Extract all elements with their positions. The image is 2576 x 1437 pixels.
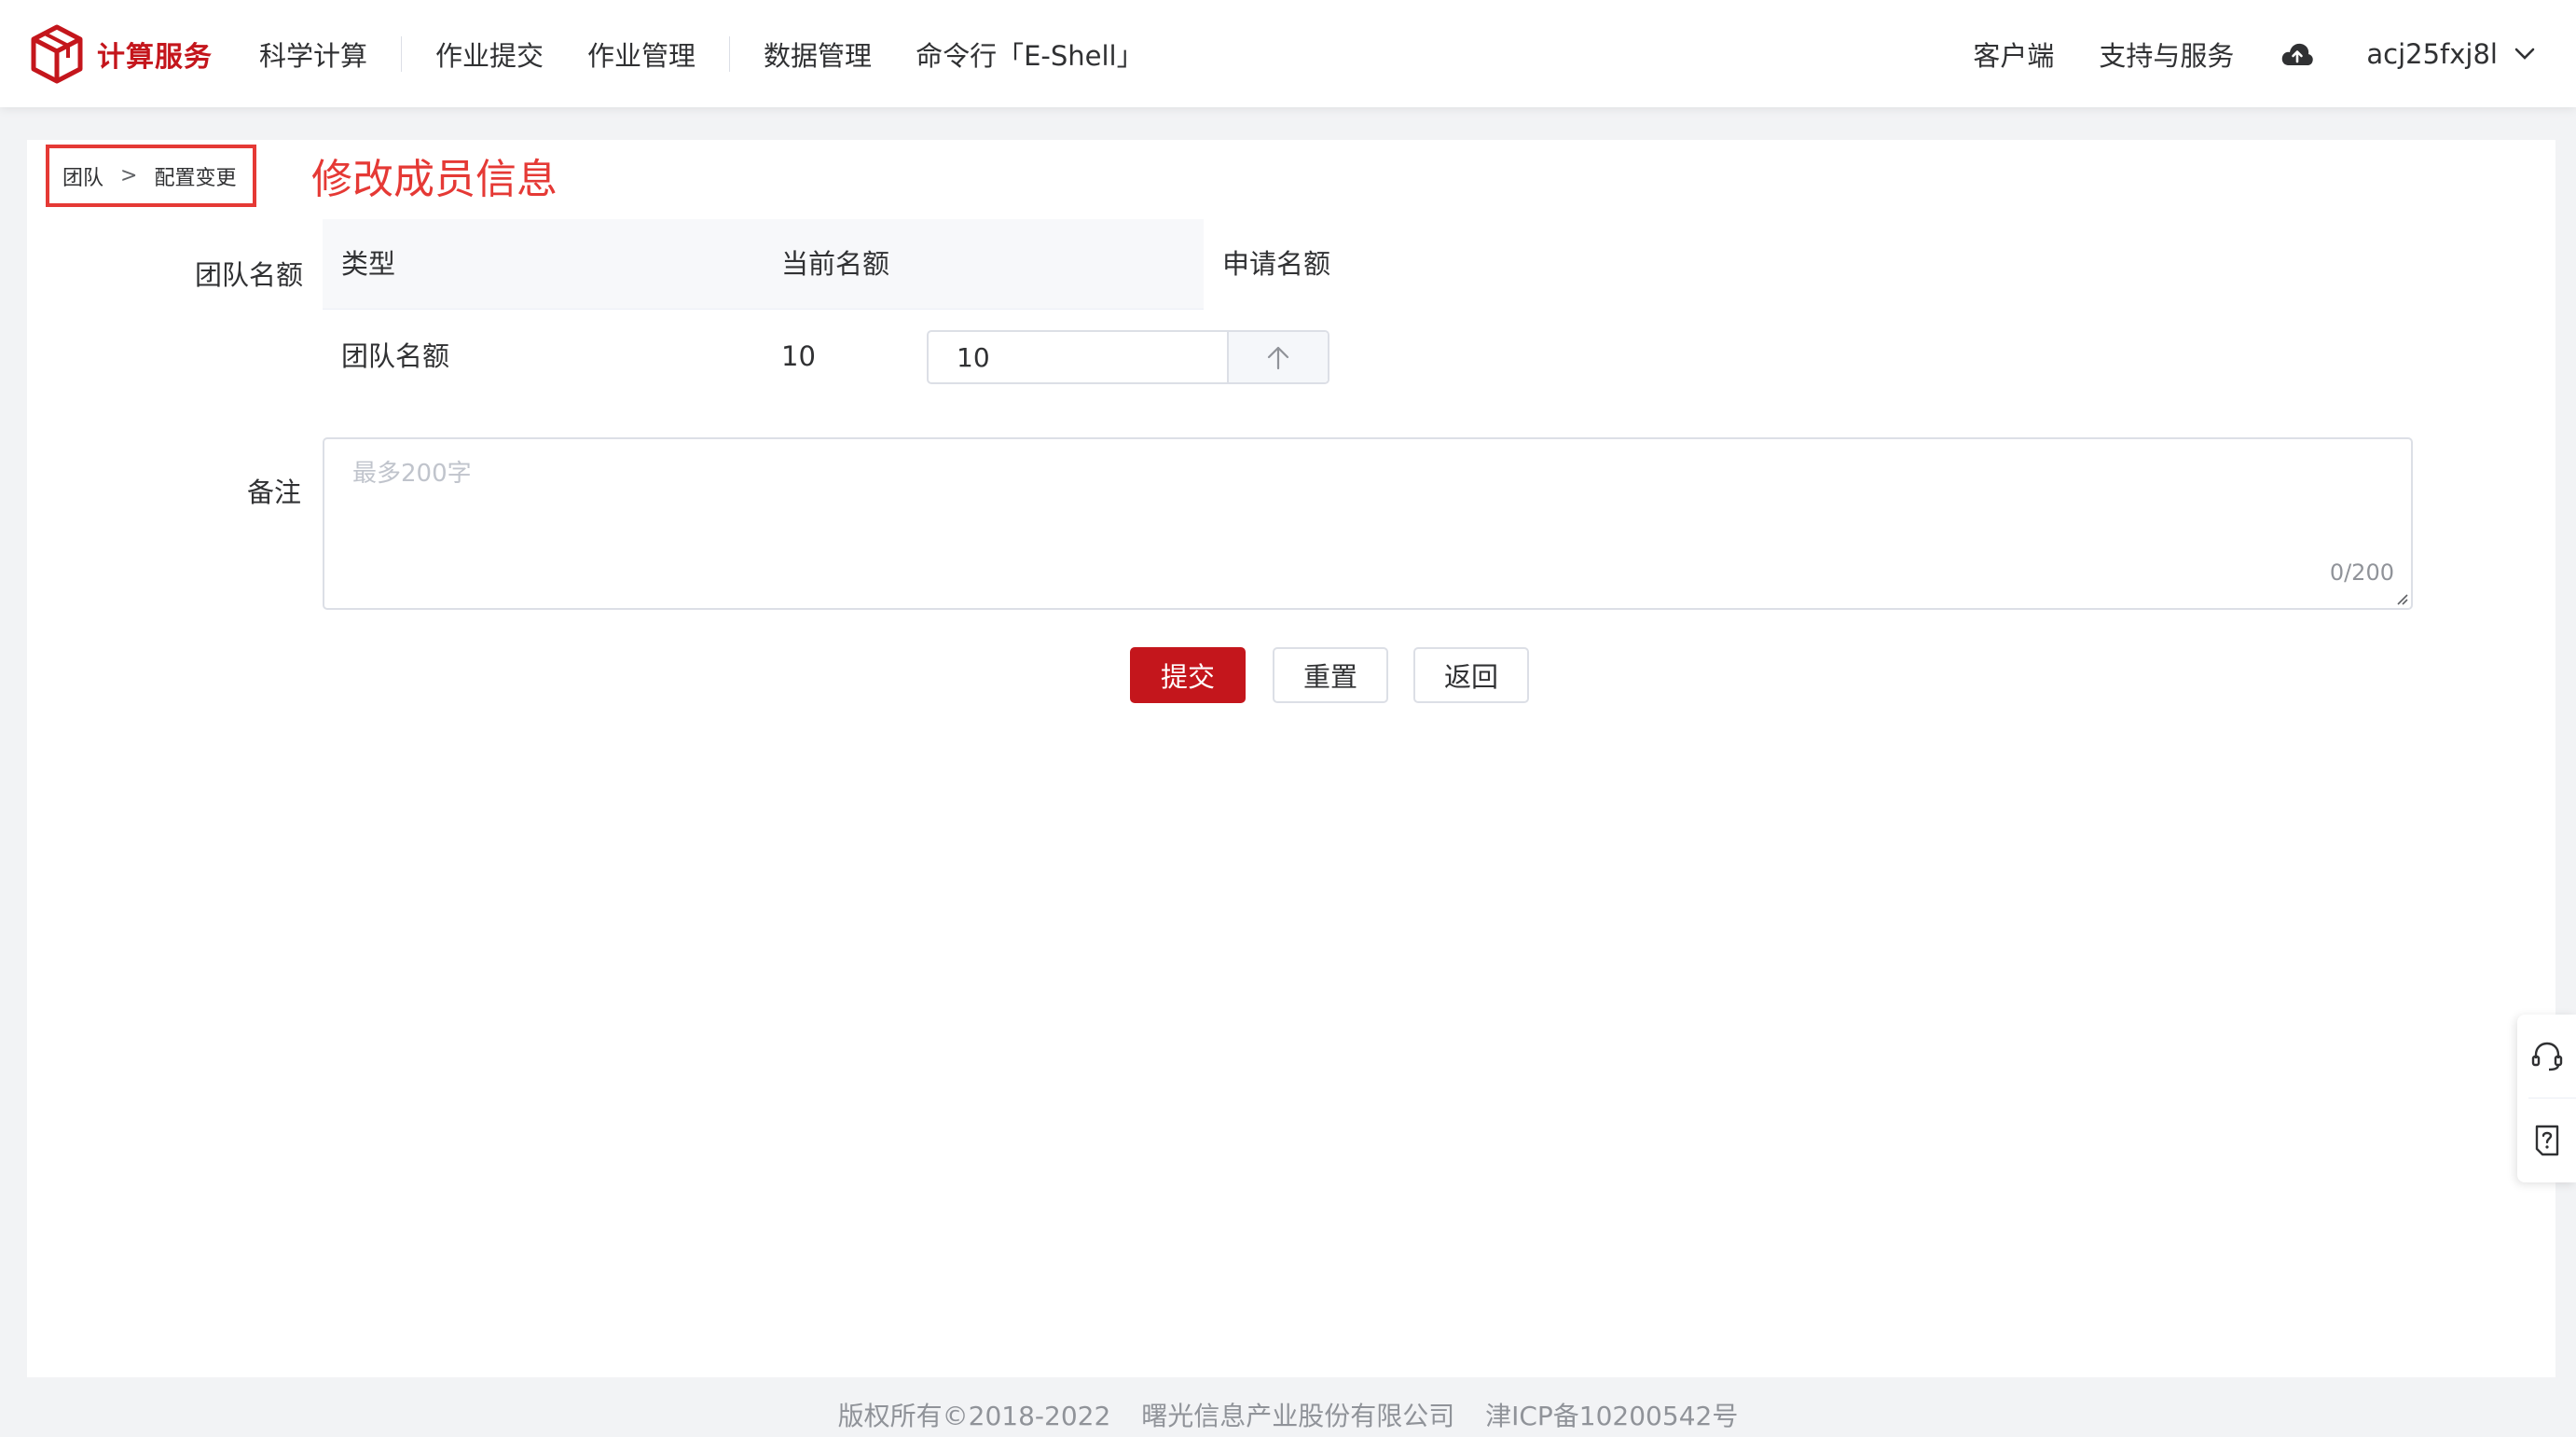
footer-company: 曙光信息产业股份有限公司 [1141,1401,1455,1431]
reset-button[interactable]: 重置 [1273,647,1388,703]
brand-name: 计算服务 [97,40,213,74]
column-header-current: 当前名额 [781,248,890,280]
nav-divider [729,35,731,72]
cloud-upload-icon[interactable] [2280,41,2314,67]
column-header-requested: 申请名额 [1222,248,1331,280]
user-menu[interactable]: acj25fxj8l [2366,38,2535,70]
nav-divider [401,35,403,72]
quota-label: 团队名额 [195,259,304,291]
nav-item-data-manage[interactable]: 数据管理 [764,35,872,74]
column-header-type: 类型 [341,248,396,280]
nav-item-job-manage[interactable]: 作业管理 [587,35,696,74]
client-link[interactable]: 客户端 [1973,35,2054,74]
arrow-up-icon [1267,346,1289,370]
resize-handle-icon[interactable] [2395,592,2408,605]
page-title: 修改成员信息 [311,156,558,203]
increase-button[interactable] [1227,332,1328,382]
nav-item-scientific-computing[interactable]: 科学计算 [259,35,367,74]
footer: 版权所有©2018-2022 曙光信息产业股份有限公司 津ICP备1020054… [0,1396,2576,1433]
cell-current: 10 [781,340,816,372]
cell-type: 团队名额 [341,340,450,372]
remark-textarea[interactable] [324,439,2411,608]
breadcrumb: 团队 > 配置变更 [46,145,256,207]
chevron-down-icon [2514,48,2535,60]
support-link[interactable]: 支持与服务 [2099,35,2234,74]
table-header: 类型 当前名额 申请名额 [323,219,1330,310]
requested-quota-stepper [927,330,1329,384]
brand-logo[interactable]: 计算服务 [30,24,213,84]
help-doc-icon [2535,1125,2558,1156]
floating-tools [2517,1015,2576,1182]
breadcrumb-item-team[interactable]: 团队 [62,161,103,191]
header-right: 客户端 支持与服务 acj25fxj8l [1973,0,2576,107]
footer-copyright: 版权所有©2018-2022 [837,1401,1111,1431]
main-nav: 科学计算 作业提交 作业管理 数据管理 命令行「E-Shell」 [259,35,1144,74]
breadcrumb-item-current: 配置变更 [154,166,237,190]
submit-button[interactable]: 提交 [1130,647,1246,703]
nav-item-eshell[interactable]: 命令行「E-Shell」 [916,35,1144,74]
char-counter: 0/200 [2329,560,2394,586]
main-panel: 团队 > 配置变更 修改成员信息 团队名额 类型 当前名额 申请名额 团队名额 … [27,140,2555,1377]
remark-field: 0/200 [323,437,2413,610]
customer-service-button[interactable] [2517,1015,2576,1098]
footer-icp-link[interactable]: 津ICP备10200542号 [1485,1401,1738,1431]
nav-item-job-submit[interactable]: 作业提交 [435,35,544,74]
headset-icon [2531,1042,2562,1071]
back-button[interactable]: 返回 [1413,647,1529,703]
cube-logo-icon [31,24,83,83]
top-navbar: 计算服务 科学计算 作业提交 作业管理 数据管理 命令行「E-Shell」 客户… [0,0,2576,107]
help-button[interactable] [2517,1098,2576,1182]
requested-quota-input[interactable] [929,332,1227,382]
chevron-right-icon: > [120,164,138,187]
remark-label: 备注 [247,477,302,508]
username: acj25fxj8l [2366,37,2498,70]
